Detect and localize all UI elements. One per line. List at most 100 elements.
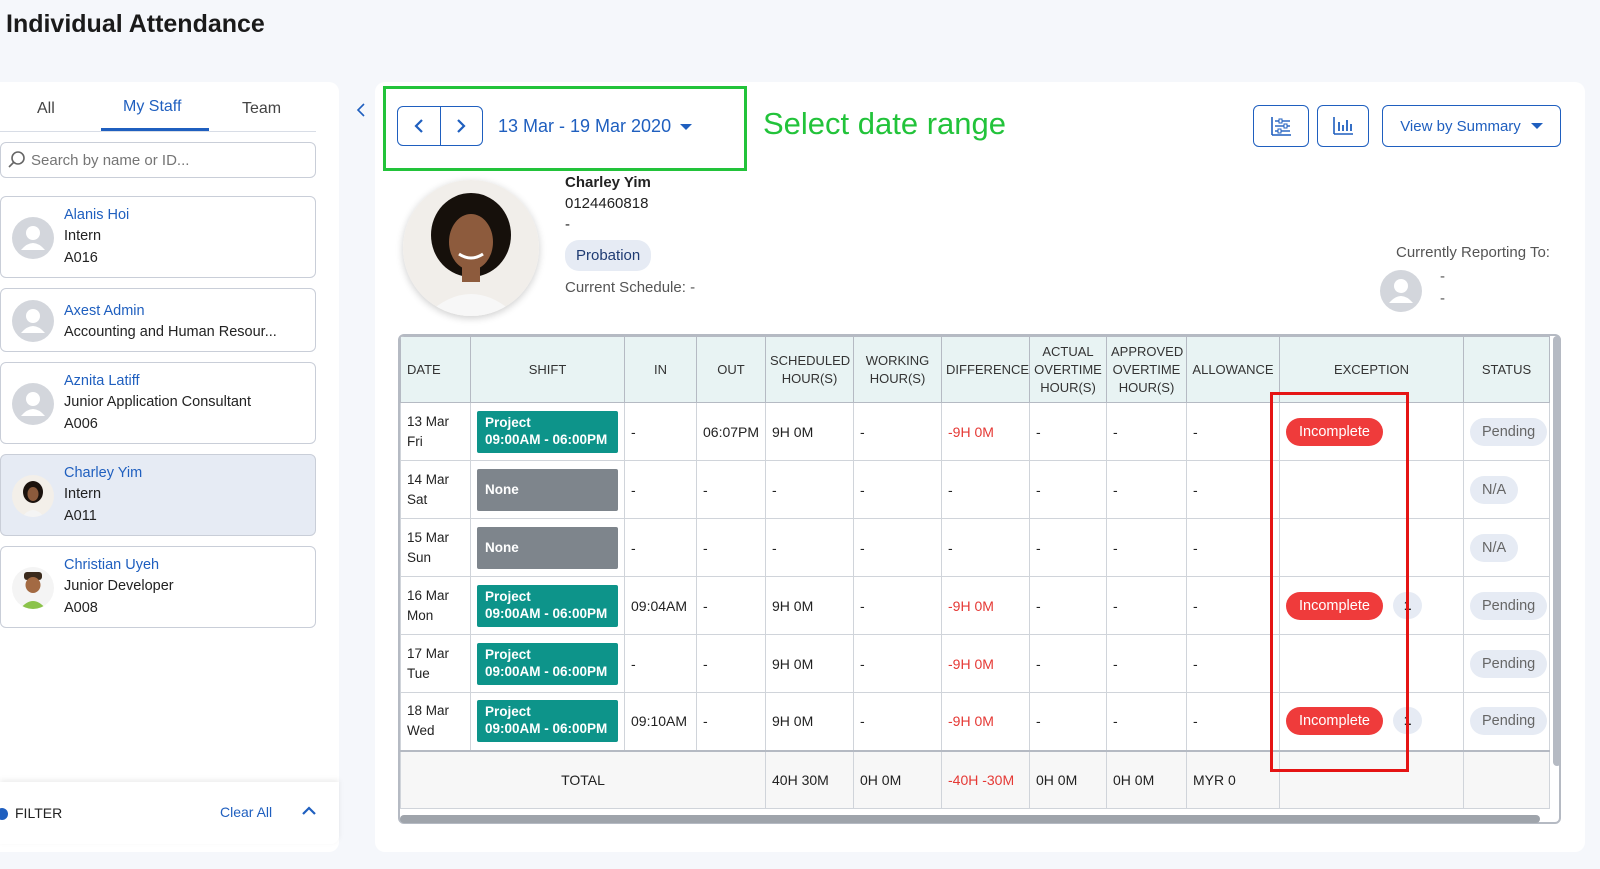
tab-all[interactable]: All <box>37 100 55 118</box>
reporting-manager-name: - <box>1440 268 1445 285</box>
exception-highlight-box <box>1270 392 1409 772</box>
out-cell: - <box>696 460 766 519</box>
scheduled-cell: 9H 0M <box>765 692 854 751</box>
profile-photo <box>403 180 539 316</box>
approved-ot-cell: - <box>1106 634 1187 693</box>
staff-role: Junior Developer <box>64 578 174 594</box>
filter-columns-button[interactable] <box>1253 105 1309 147</box>
status-badge: Pending <box>1470 591 1548 620</box>
staff-role: Accounting and Human Resour... <box>64 324 277 340</box>
col-out: OUT <box>696 336 766 403</box>
allowance-cell: - <box>1186 576 1280 635</box>
working-cell: - <box>853 692 942 751</box>
date-cell: 18 Mar Wed <box>400 692 471 751</box>
shift-cell: Project 09:00AM - 06:00PM <box>470 576 625 635</box>
sliders-icon <box>1271 117 1291 136</box>
employee-phone: 0124460818 <box>565 195 649 212</box>
shift-badge[interactable]: Project 09:00AM - 06:00PM <box>477 410 618 453</box>
shift-cell: None <box>470 460 625 519</box>
date-weekday: Sun <box>407 549 432 565</box>
staff-tabs: All My Staff Team <box>0 82 316 132</box>
date-weekday: Sat <box>407 491 428 507</box>
allowance-cell: - <box>1186 518 1280 577</box>
search-box[interactable] <box>0 142 316 178</box>
view-by-dropdown[interactable]: View by Summary <box>1382 105 1561 147</box>
working-cell: - <box>853 402 942 461</box>
filter-label[interactable]: FILTER <box>15 805 62 821</box>
total-allowance: MYR 0 <box>1186 749 1280 809</box>
allowance-cell: - <box>1186 402 1280 461</box>
status-cell: Pending <box>1463 576 1550 635</box>
difference-cell: - <box>941 460 1030 519</box>
col-status: STATUS <box>1463 336 1550 403</box>
in-cell: - <box>624 402 697 461</box>
shift-cell: None <box>470 518 625 577</box>
staff-id: A011 <box>64 508 97 524</box>
scheduled-cell: 9H 0M <box>765 634 854 693</box>
out-cell: 06:07PM <box>696 402 766 461</box>
horizontal-scrollbar[interactable] <box>400 815 1540 823</box>
total-label: TOTAL <box>400 749 766 809</box>
working-cell: - <box>853 518 942 577</box>
status-cell: N/A <box>1463 518 1550 577</box>
shift-time: 09:00AM - 06:00PM <box>485 663 608 679</box>
staff-card[interactable]: Aznita Latiff Junior Application Consult… <box>0 362 316 444</box>
difference-cell: -9H 0M <box>941 692 1030 751</box>
chart-view-button[interactable] <box>1317 105 1369 147</box>
shift-badge[interactable]: None <box>477 468 618 511</box>
staff-card[interactable]: Axest Admin Accounting and Human Resour.… <box>0 288 316 352</box>
total-working: 0H 0M <box>853 749 942 809</box>
col-shift: SHIFT <box>470 336 625 403</box>
shift-badge[interactable]: Project 09:00AM - 06:00PM <box>477 700 618 743</box>
staff-card-selected[interactable]: Charley Yim Intern A011 <box>0 454 316 536</box>
shift-badge[interactable]: Project 09:00AM - 06:00PM <box>477 642 618 685</box>
status-cell: Pending <box>1463 402 1550 461</box>
col-difference: DIFFERENCE <box>941 336 1030 403</box>
filter-bar: FILTER Clear All <box>0 782 339 844</box>
shift-badge[interactable]: Project 09:00AM - 06:00PM <box>477 584 618 627</box>
date-weekday: Wed <box>407 723 435 739</box>
allowance-cell: - <box>1186 692 1280 751</box>
in-cell: - <box>624 518 697 577</box>
caret-down-icon <box>1530 123 1543 129</box>
annotation-highlight-box <box>383 86 747 171</box>
col-approved-overtime: APPROVED OVERTIME HOUR(S) <box>1106 336 1187 403</box>
tab-team[interactable]: Team <box>242 100 281 118</box>
active-tab-indicator <box>101 128 209 131</box>
shift-title: Project <box>485 704 531 720</box>
employment-status-badge: Probation <box>565 240 652 271</box>
shift-time: 09:00AM - 06:00PM <box>485 431 608 447</box>
vertical-scrollbar[interactable] <box>1553 336 1561 766</box>
clear-all-link[interactable]: Clear All <box>220 804 272 820</box>
status-badge: Pending <box>1470 707 1548 736</box>
staff-name: Aznita Latiff <box>64 373 140 389</box>
actual-ot-cell: - <box>1029 402 1107 461</box>
out-cell: - <box>696 576 766 635</box>
tab-my-staff[interactable]: My Staff <box>123 98 181 116</box>
status-badge: Pending <box>1470 417 1548 446</box>
staff-card[interactable]: Christian Uyeh Junior Developer A008 <box>0 546 316 628</box>
collapse-panel-icon[interactable] <box>356 103 366 117</box>
staff-role: Junior Application Consultant <box>64 394 252 410</box>
avatar-placeholder-icon <box>12 300 54 342</box>
staff-card[interactable]: Alanis Hoi Intern A016 <box>0 196 316 278</box>
col-in: IN <box>624 336 697 403</box>
scheduled-cell: 9H 0M <box>765 402 854 461</box>
shift-cell: Project 09:00AM - 06:00PM <box>470 692 625 751</box>
in-cell: 09:04AM <box>624 576 697 635</box>
employee-extra-info: - <box>565 216 570 233</box>
out-cell: - <box>696 692 766 751</box>
actual-ot-cell: - <box>1029 576 1107 635</box>
scheduled-cell: - <box>765 518 854 577</box>
total-difference: -40H -30M <box>941 749 1030 809</box>
shift-badge[interactable]: None <box>477 526 618 569</box>
total-scheduled: 40H 30M <box>765 749 854 809</box>
staff-role: Intern <box>64 228 102 244</box>
out-cell: - <box>696 634 766 693</box>
in-cell: - <box>624 634 697 693</box>
col-working-hours: WORKING HOUR(S) <box>853 336 942 403</box>
approved-ot-cell: - <box>1106 518 1187 577</box>
chevron-up-icon[interactable] <box>300 802 318 820</box>
bar-chart-icon <box>1333 117 1353 135</box>
search-input[interactable] <box>31 151 301 169</box>
